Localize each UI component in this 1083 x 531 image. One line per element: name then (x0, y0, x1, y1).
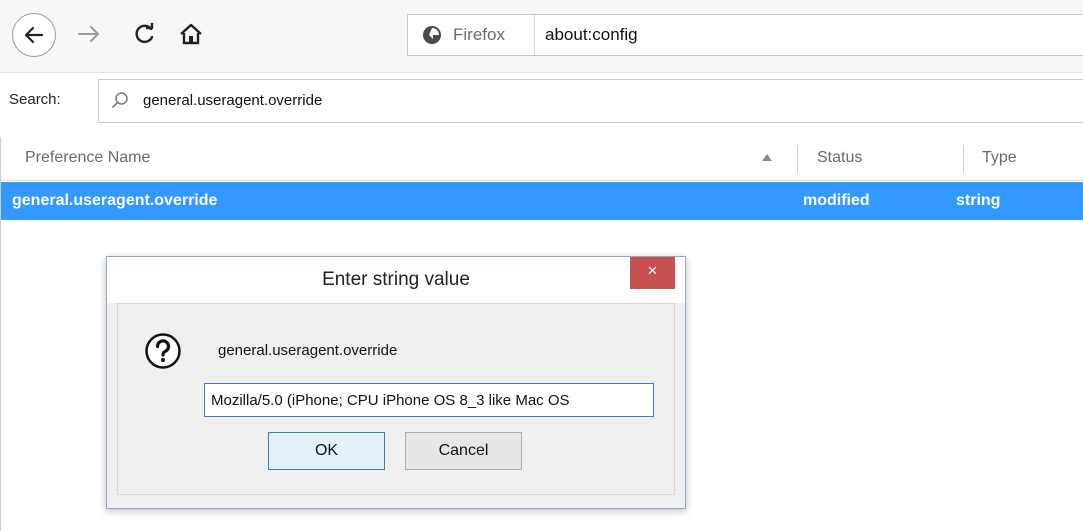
cancel-button[interactable]: Cancel (405, 432, 522, 470)
url-text[interactable]: about:config (545, 25, 638, 45)
close-button[interactable]: × (630, 257, 675, 289)
dialog-preference-name: general.useragent.override (218, 342, 398, 359)
row-preference-name: general.useragent.override (12, 192, 218, 209)
enter-string-value-dialog: Enter string value × general.useragent.o… (106, 256, 686, 509)
column-header-preference-name[interactable]: Preference Name (25, 149, 150, 167)
close-icon: × (647, 261, 658, 280)
forward-arrow-icon (78, 26, 99, 42)
home-icon (180, 23, 202, 45)
dialog-titlebar[interactable]: Enter string value × (107, 257, 685, 303)
sort-ascending-icon[interactable] (762, 153, 772, 161)
column-divider[interactable] (963, 145, 964, 173)
search-input[interactable]: general.useragent.override (98, 79, 1083, 123)
table-header: Preference Name Status Type (1, 137, 1083, 181)
string-value-input[interactable] (204, 383, 654, 417)
forward-button[interactable] (76, 22, 102, 46)
column-header-status[interactable]: Status (817, 149, 862, 167)
reload-icon (135, 23, 154, 44)
back-arrow-icon (24, 26, 44, 44)
search-label: Search: (9, 91, 61, 108)
row-status: modified (803, 192, 870, 209)
url-bar[interactable]: Firefox about:config (407, 14, 1083, 56)
ok-button[interactable]: OK (268, 432, 385, 470)
identity-box[interactable]: Firefox (408, 15, 535, 55)
home-button[interactable] (178, 22, 204, 46)
column-divider[interactable] (797, 145, 798, 173)
table-row[interactable]: general.useragent.override modified stri… (1, 182, 1083, 220)
identity-label: Firefox (453, 25, 505, 44)
dialog-body: general.useragent.override OK Cancel (117, 303, 675, 495)
question-icon (145, 333, 181, 369)
firefox-icon (423, 26, 441, 44)
search-value: general.useragent.override (143, 92, 323, 109)
navigation-toolbar: Firefox about:config (0, 0, 1083, 73)
reload-button[interactable] (133, 22, 157, 46)
row-type: string (956, 192, 1001, 209)
back-button[interactable] (12, 13, 56, 57)
search-icon (112, 92, 128, 108)
dialog-title: Enter string value (322, 269, 470, 290)
column-header-type[interactable]: Type (982, 149, 1017, 167)
